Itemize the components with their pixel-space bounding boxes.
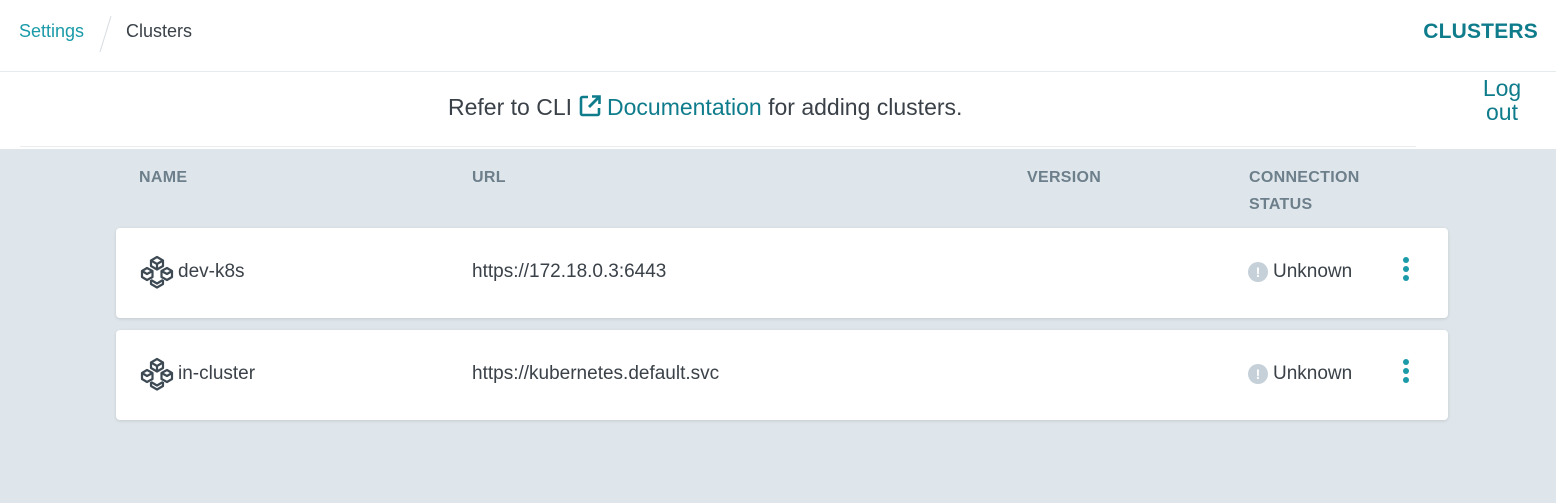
logout-button[interactable]: Log out	[1478, 76, 1526, 124]
external-link-icon	[579, 95, 601, 117]
breadcrumb-current: Clusters	[126, 21, 193, 41]
column-header-connection-status: CONNECTION STATUS	[1249, 164, 1360, 218]
logout-label-line2: out	[1486, 99, 1518, 125]
cluster-name: dev-k8s	[178, 261, 245, 282]
column-header-status-line1: CONNECTION	[1249, 169, 1360, 186]
kebab-dot	[1403, 266, 1409, 272]
kebab-dot	[1403, 368, 1409, 374]
info-message: Refer to CLI Documentation for adding cl…	[448, 94, 962, 121]
kebab-dot	[1403, 257, 1409, 263]
breadcrumb-separator	[99, 15, 112, 53]
info-prefix: Refer to CLI	[448, 94, 572, 120]
kebab-dot	[1403, 275, 1409, 281]
status-unknown-icon: !	[1248, 262, 1268, 282]
info-banner: Refer to CLI Documentation for adding cl…	[0, 72, 1556, 149]
connection-status: Unknown	[1273, 261, 1353, 282]
divider	[20, 146, 1416, 147]
column-header-url: URL	[472, 169, 506, 186]
column-header-version: VERSION	[1027, 169, 1102, 186]
cluster-icon	[140, 357, 174, 391]
kebab-dot	[1403, 377, 1409, 383]
status-unknown-icon: !	[1248, 364, 1268, 384]
top-bar: Settings Clusters CLUSTERS	[0, 0, 1556, 72]
cluster-url: https://172.18.0.3:6443	[472, 261, 667, 282]
kebab-dot	[1403, 359, 1409, 365]
row-actions-menu-button[interactable]	[1396, 256, 1416, 288]
column-header-status-line2: STATUS	[1249, 196, 1313, 213]
logout-label-line1: Log	[1482, 75, 1522, 101]
connection-status: Unknown	[1273, 363, 1353, 384]
table-row[interactable]: in-cluster https://kubernetes.default.sv…	[116, 330, 1448, 420]
row-actions-menu-button[interactable]	[1396, 358, 1416, 390]
cluster-name: in-cluster	[178, 363, 256, 384]
table-row[interactable]: dev-k8s https://172.18.0.3:6443 ! Unknow…	[116, 228, 1448, 318]
page-title: CLUSTERS	[1423, 20, 1538, 43]
cluster-url: https://kubernetes.default.svc	[472, 363, 720, 384]
documentation-link[interactable]: Documentation	[607, 94, 762, 120]
cluster-icon	[140, 255, 174, 289]
breadcrumb-settings-link[interactable]: Settings	[19, 21, 84, 42]
column-header-name: NAME	[139, 169, 188, 186]
info-suffix: for adding clusters.	[768, 94, 963, 120]
